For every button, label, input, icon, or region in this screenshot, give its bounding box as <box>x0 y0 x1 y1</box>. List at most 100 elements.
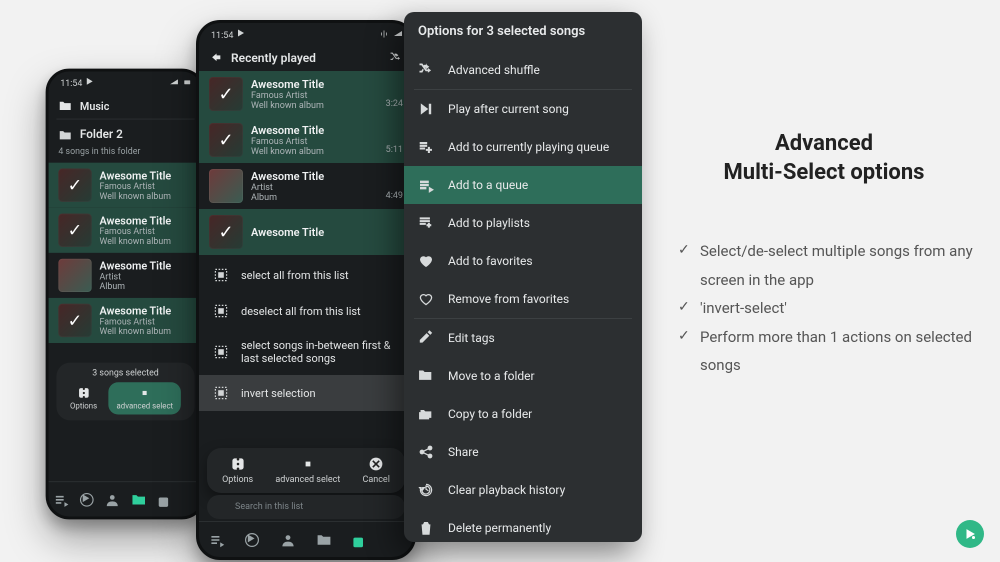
status-bar: 11:54 <box>49 72 203 94</box>
song-duration: 3:24 <box>386 99 403 109</box>
menu-option-history[interactable]: Clear playback history <box>404 471 642 509</box>
song-artist: Artist <box>100 272 193 282</box>
menu-option-delete[interactable]: Delete permanently <box>404 509 642 542</box>
playlist-add-icon <box>418 215 434 231</box>
menu-option-queue[interactable]: Add to a queue <box>404 166 642 204</box>
nav-queue-icon[interactable] <box>54 491 70 507</box>
status-bar: 11:54 <box>199 23 413 45</box>
nav-play-icon[interactable] <box>79 491 95 507</box>
app-bar: Music <box>49 93 203 118</box>
checkmark-icon: ✓ <box>209 77 243 111</box>
song-title: Awesome Title <box>251 226 403 239</box>
advanced-select-option[interactable]: invert selection <box>199 375 413 411</box>
song-row[interactable]: Awesome Title Artist Album <box>49 253 203 298</box>
song-row[interactable]: Awesome Title Artist Album 4:49 <box>199 163 413 209</box>
nav-search-icon[interactable] <box>387 532 403 548</box>
album-art[interactable]: ✓ <box>209 215 243 249</box>
heart-outline-icon <box>418 291 434 307</box>
menu-option-label: Move to a folder <box>448 369 535 383</box>
options-button[interactable]: Options <box>70 386 97 411</box>
menu-option-queue-add[interactable]: Add to currently playing queue <box>404 128 642 166</box>
album-art[interactable]: ✓ <box>58 169 91 202</box>
menu-option-folder-copy[interactable]: Copy to a folder <box>404 395 642 433</box>
checkmark-icon: ✓ <box>209 123 243 157</box>
album-art[interactable]: ✓ <box>58 214 91 247</box>
song-duration: 5:11 <box>386 145 403 155</box>
song-row[interactable]: ✓ Awesome Title Famous Artist Well known… <box>49 163 203 208</box>
album-art[interactable] <box>58 259 91 292</box>
option-label: select songs in-between first & last sel… <box>241 339 399 365</box>
bottom-nav <box>199 521 413 557</box>
menu-option-label: Edit tags <box>448 331 495 345</box>
checkmark-icon: ✓ <box>58 304 91 337</box>
panel-title: Options for 3 selected songs <box>404 12 642 51</box>
phone-recently-played: 11:54 Recently played ✓ Awesome Title Fa… <box>196 20 416 560</box>
song-row[interactable]: ✓ Awesome Title Famous Artist Well known… <box>49 208 203 253</box>
menu-option-skip-next[interactable]: Play after current song <box>404 90 642 128</box>
menu-option-share[interactable]: Share <box>404 433 642 471</box>
album-art[interactable]: ✓ <box>209 123 243 157</box>
promo-bullet: 'invert-select' <box>674 294 974 323</box>
advanced-select-button[interactable]: advanced select <box>275 456 340 485</box>
nav-profile-icon[interactable] <box>105 491 121 507</box>
queue-add-icon <box>418 139 434 155</box>
select-frame-icon <box>213 303 229 319</box>
menu-option-heart-outline[interactable]: Remove from favorites <box>404 280 642 318</box>
menu-option-edit[interactable]: Edit tags <box>404 319 642 357</box>
nav-profile-icon[interactable] <box>280 532 296 548</box>
song-artist: Famous Artist <box>100 227 193 237</box>
search-input[interactable]: Search in this list <box>207 495 405 519</box>
option-label: deselect all from this list <box>241 305 361 318</box>
phone-folder-view: 11:54 Music Folder 2 4 songs in this fol… <box>46 69 206 520</box>
song-duration: 4:49 <box>386 191 403 201</box>
menu-option-heart[interactable]: Add to favorites <box>404 242 642 280</box>
edit-icon <box>418 330 434 346</box>
album-art[interactable]: ✓ <box>209 77 243 111</box>
nav-library-icon[interactable] <box>156 491 172 507</box>
song-row[interactable]: ✓ Awesome Title Famous Artist Well known… <box>199 117 413 163</box>
song-title: Awesome Title <box>100 214 193 227</box>
nav-queue-icon[interactable] <box>209 532 225 548</box>
album-art[interactable]: ✓ <box>58 304 91 337</box>
back-icon[interactable] <box>209 51 223 65</box>
options-button[interactable]: Options <box>222 456 253 485</box>
cancel-button[interactable]: Cancel <box>363 456 390 485</box>
menu-option-label: Add to a queue <box>448 178 528 192</box>
song-artist: Famous Artist <box>100 317 193 327</box>
song-row[interactable]: ✓ Awesome Title <box>199 209 413 255</box>
menu-option-playlist-add[interactable]: Add to playlists <box>404 204 642 242</box>
menu-option-shuffle[interactable]: Advanced shuffle <box>404 51 642 89</box>
menu-option-label: Advanced shuffle <box>448 63 540 77</box>
selection-toolbar: 3 songs selected Options advanced select <box>56 363 194 421</box>
appbar-title: Recently played <box>231 51 316 65</box>
nav-library-icon[interactable] <box>351 532 367 548</box>
folder-breadcrumb[interactable]: Folder 2 <box>49 120 203 144</box>
song-artist: Artist <box>251 183 378 193</box>
menu-option-folder-move[interactable]: Move to a folder <box>404 357 642 395</box>
promo-panel: Advanced Multi-Select options Select/de-… <box>674 130 974 380</box>
skip-next-icon <box>418 101 434 117</box>
album-art[interactable] <box>209 169 243 203</box>
checkmark-icon: ✓ <box>58 214 91 247</box>
nav-play-icon[interactable] <box>244 532 260 548</box>
song-album: Well known album <box>100 237 193 247</box>
folder-copy-icon <box>418 406 434 422</box>
shuffle-icon[interactable] <box>389 51 403 65</box>
advanced-select-option[interactable]: select songs in-between first & last sel… <box>199 329 413 375</box>
menu-option-label: Play after current song <box>448 102 569 116</box>
advanced-select-button[interactable]: advanced select <box>109 382 181 414</box>
option-label: select all from this list <box>241 269 349 282</box>
checkmark-icon: ✓ <box>58 169 91 202</box>
shuffle-icon <box>418 62 434 78</box>
nav-folder-icon[interactable] <box>130 491 146 507</box>
nav-folder-icon[interactable] <box>316 532 332 548</box>
app-logo-icon <box>956 520 984 548</box>
advanced-select-option[interactable]: deselect all from this list <box>199 293 413 329</box>
song-row[interactable]: ✓ Awesome Title Famous Artist Well known… <box>49 298 203 343</box>
song-row[interactable]: ✓ Awesome Title Famous Artist Well known… <box>199 71 413 117</box>
select-frame-icon <box>213 344 229 360</box>
queue-icon <box>418 177 434 193</box>
song-artist: Famous Artist <box>251 91 378 101</box>
advanced-select-option[interactable]: select all from this list <box>199 257 413 293</box>
app-bar: Recently played <box>199 45 413 71</box>
